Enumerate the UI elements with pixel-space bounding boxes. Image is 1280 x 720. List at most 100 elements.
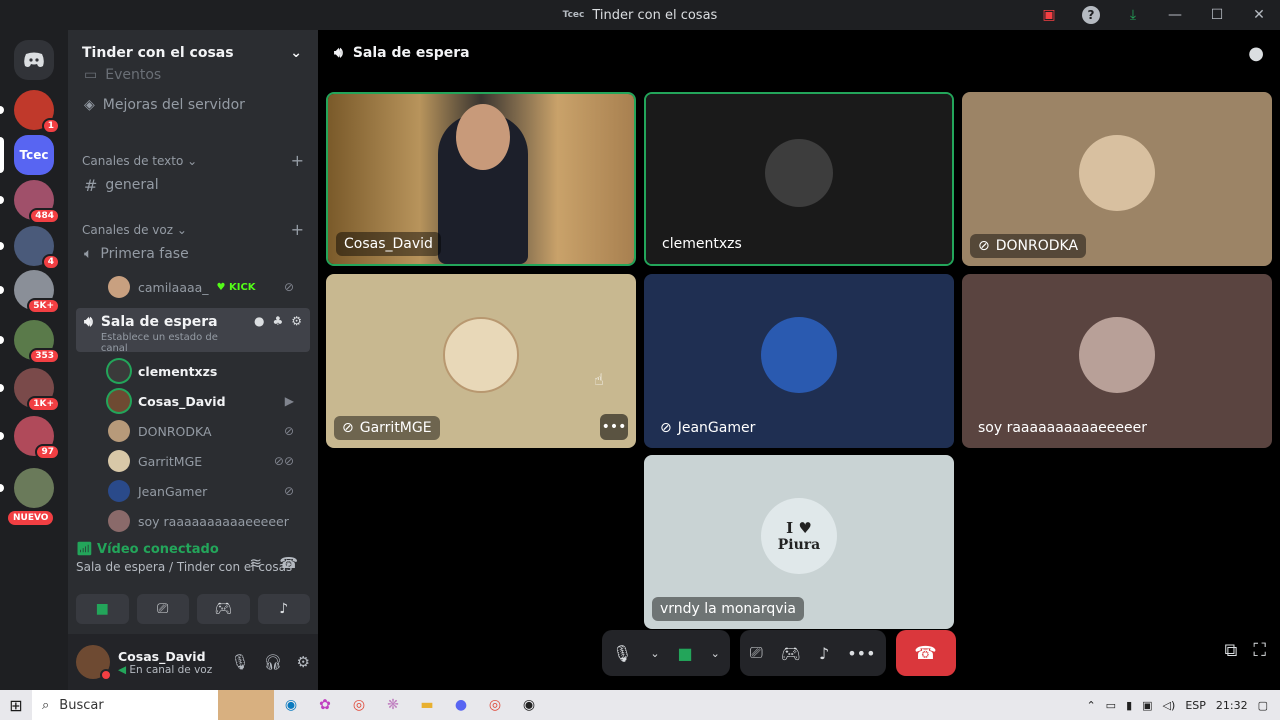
maximize-button[interactable]: ☐ [1196, 0, 1238, 30]
user-info[interactable]: Cosas_David ◀ En canal de voz [118, 649, 212, 676]
drive-icon[interactable]: ▭ [1106, 699, 1116, 712]
chat-icon[interactable]: ● [254, 314, 264, 328]
copilot-icon[interactable]: ✿ [308, 690, 342, 720]
server-9[interactable] [14, 468, 54, 508]
video-tile-jeangamer[interactable]: ⊘ JeanGamer [644, 274, 954, 448]
avatar [1079, 317, 1155, 393]
mention-badge: 484 [29, 208, 60, 224]
volume-icon[interactable]: ◁) [1163, 699, 1176, 712]
voice-user[interactable]: GarritMGE ⊘⊘ [108, 447, 308, 475]
server-7[interactable]: 1K+ [14, 368, 60, 412]
activity-button[interactable]: 🎮︎ [197, 594, 250, 624]
server-8[interactable]: 97 [14, 416, 60, 460]
minimize-button[interactable]: — [1154, 0, 1196, 30]
voice-user[interactable]: DONRODKA ⊘ [108, 417, 308, 445]
voice-user-camila[interactable]: camilaaaa_ ♥ KICK ⊘ [108, 273, 308, 301]
more-options-button[interactable]: ••• [600, 414, 628, 440]
chevron-up-icon[interactable]: ⌃ [1086, 699, 1095, 712]
voice-user[interactable]: clementxzs [108, 357, 308, 385]
video-tile-cosas-david[interactable]: Cosas_David [326, 92, 636, 266]
obs-icon[interactable]: ◉ [512, 690, 546, 720]
windows-start-icon[interactable]: ⊞ [0, 690, 32, 720]
channel-label: general [105, 177, 159, 193]
voice-user[interactable]: Cosas_David ▶ [108, 387, 308, 415]
mic-icon[interactable]: 🎙︎ [612, 644, 632, 663]
voice-user[interactable]: JeanGamer ⊘ [108, 477, 308, 505]
screen-share-button[interactable]: ⎚ [136, 594, 189, 624]
channel-status[interactable]: Establece un estado de canal [101, 332, 246, 354]
mic-icon[interactable]: ▮ [1126, 699, 1132, 712]
camera-button[interactable]: ■ [76, 594, 129, 624]
weather-widget-icon[interactable] [218, 690, 274, 720]
mic-icon[interactable]: 🎙︎ [230, 653, 249, 671]
network-icon[interactable]: ▣ [1142, 699, 1152, 712]
server-5[interactable]: 5K+ [14, 270, 60, 314]
chevron-down-icon: ⌄ [290, 45, 302, 61]
avatar[interactable] [76, 645, 112, 681]
server-1[interactable]: 1 [14, 90, 60, 134]
server-tcec[interactable]: Tcec [14, 135, 54, 175]
voice-category[interactable]: Canales de voz ⌄ + [82, 220, 304, 239]
voice-channel-primera-fase[interactable]: 🔈︎ Primera fase [76, 239, 310, 269]
add-channel-icon[interactable]: + [291, 151, 304, 170]
camera-icon[interactable]: ■ [678, 644, 693, 663]
tile-name: GarritMGE [359, 420, 432, 436]
close-button[interactable]: ✕ [1238, 0, 1280, 30]
video-tile-donrodka[interactable]: ⊘ DONRODKA [962, 92, 1272, 266]
voice-user-name: GarritMGE [138, 453, 203, 469]
add-channel-icon[interactable]: + [291, 220, 304, 239]
end-call-button[interactable]: ☎ [895, 630, 956, 676]
sidebar-item-events[interactable]: ▭ Eventos [76, 60, 310, 90]
new-badge[interactable]: NUEVO [8, 511, 54, 525]
soundboard-button[interactable]: ♪ [257, 594, 310, 624]
page-title: Sala de espera [352, 45, 470, 61]
video-tile-soy-raaa[interactable]: soy raaaaaaaaaaeeeeer [962, 274, 1272, 448]
voice-user[interactable]: soy raaaaaaaaaaeeeeer [108, 507, 308, 535]
chat-icon[interactable]: ● [1248, 43, 1264, 64]
server-6[interactable]: 353 [14, 320, 60, 364]
gear-icon[interactable]: ⚙ [291, 314, 302, 328]
fullscreen-icon[interactable]: ⛶ [1253, 640, 1266, 661]
more-icon[interactable]: ••• [847, 644, 875, 663]
sidebar-item-label: Eventos [105, 67, 162, 83]
chrome-icon[interactable]: ◎ [478, 690, 512, 720]
help-icon[interactable]: ? [1082, 6, 1100, 24]
clock[interactable]: 21:32 [1216, 699, 1248, 712]
disconnect-icon[interactable]: ☎ [279, 554, 298, 572]
language-indicator[interactable]: ESP [1185, 699, 1206, 712]
popout-icon[interactable]: ⧉ [1225, 640, 1238, 661]
chevron-down-icon[interactable]: ⌄ [650, 647, 659, 660]
discord-taskbar-icon[interactable]: ● [444, 690, 478, 720]
soundboard-icon[interactable]: ♪ [819, 644, 829, 663]
video-tile-clementxzs[interactable]: clementxzs [644, 92, 954, 266]
avatar [108, 420, 130, 442]
download-icon[interactable]: ⤓ [1112, 0, 1154, 30]
chevron-down-icon[interactable]: ⌄ [711, 647, 720, 660]
app-icon[interactable]: ❋ [376, 690, 410, 720]
text-category[interactable]: Canales de texto ⌄ + [82, 151, 304, 170]
piura-text: I ♥ [786, 519, 812, 537]
noise-suppression-icon[interactable]: ≋ [249, 554, 262, 572]
activity-icon[interactable]: 🎮︎ [781, 644, 801, 663]
inbox-icon[interactable]: ▣ [1028, 0, 1070, 30]
notifications-icon[interactable]: ▢ [1258, 699, 1268, 712]
gear-icon[interactable]: ⚙ [297, 653, 310, 671]
sidebar-item-boosts[interactable]: ◈ Mejoras del servidor [76, 90, 310, 120]
voice-status-text: Vídeo conectado [97, 542, 219, 557]
discord-home-icon[interactable] [14, 40, 54, 80]
video-tile-vrndy[interactable]: I ♥ Piura vrndy la monarqvia [644, 455, 954, 629]
taskbar-search[interactable]: ⌕ Buscar [32, 690, 218, 720]
screen-share-icon[interactable]: ⎚ [750, 643, 763, 663]
server-3[interactable]: 484 [14, 180, 60, 224]
file-explorer-icon[interactable]: ▬ [410, 690, 444, 720]
mic-muted-icon: ⊘ [342, 420, 354, 436]
edge-icon[interactable]: ◉ [274, 690, 308, 720]
video-tile-garritmge[interactable]: ⊘ GarritMGE ••• ☝ [326, 274, 636, 448]
voice-channel-sala-de-espera[interactable]: 🔊︎ Sala de espera Establece un estado de… [76, 308, 310, 354]
voice-location[interactable]: Sala de espera / Tinder con el cosas [76, 560, 310, 574]
channel-general[interactable]: # general [76, 170, 310, 200]
headphones-icon[interactable]: 🎧︎ [264, 653, 283, 671]
server-4[interactable]: 4 [14, 226, 60, 270]
invite-icon[interactable]: ♣ [272, 314, 283, 328]
chrome-icon[interactable]: ◎ [342, 690, 376, 720]
